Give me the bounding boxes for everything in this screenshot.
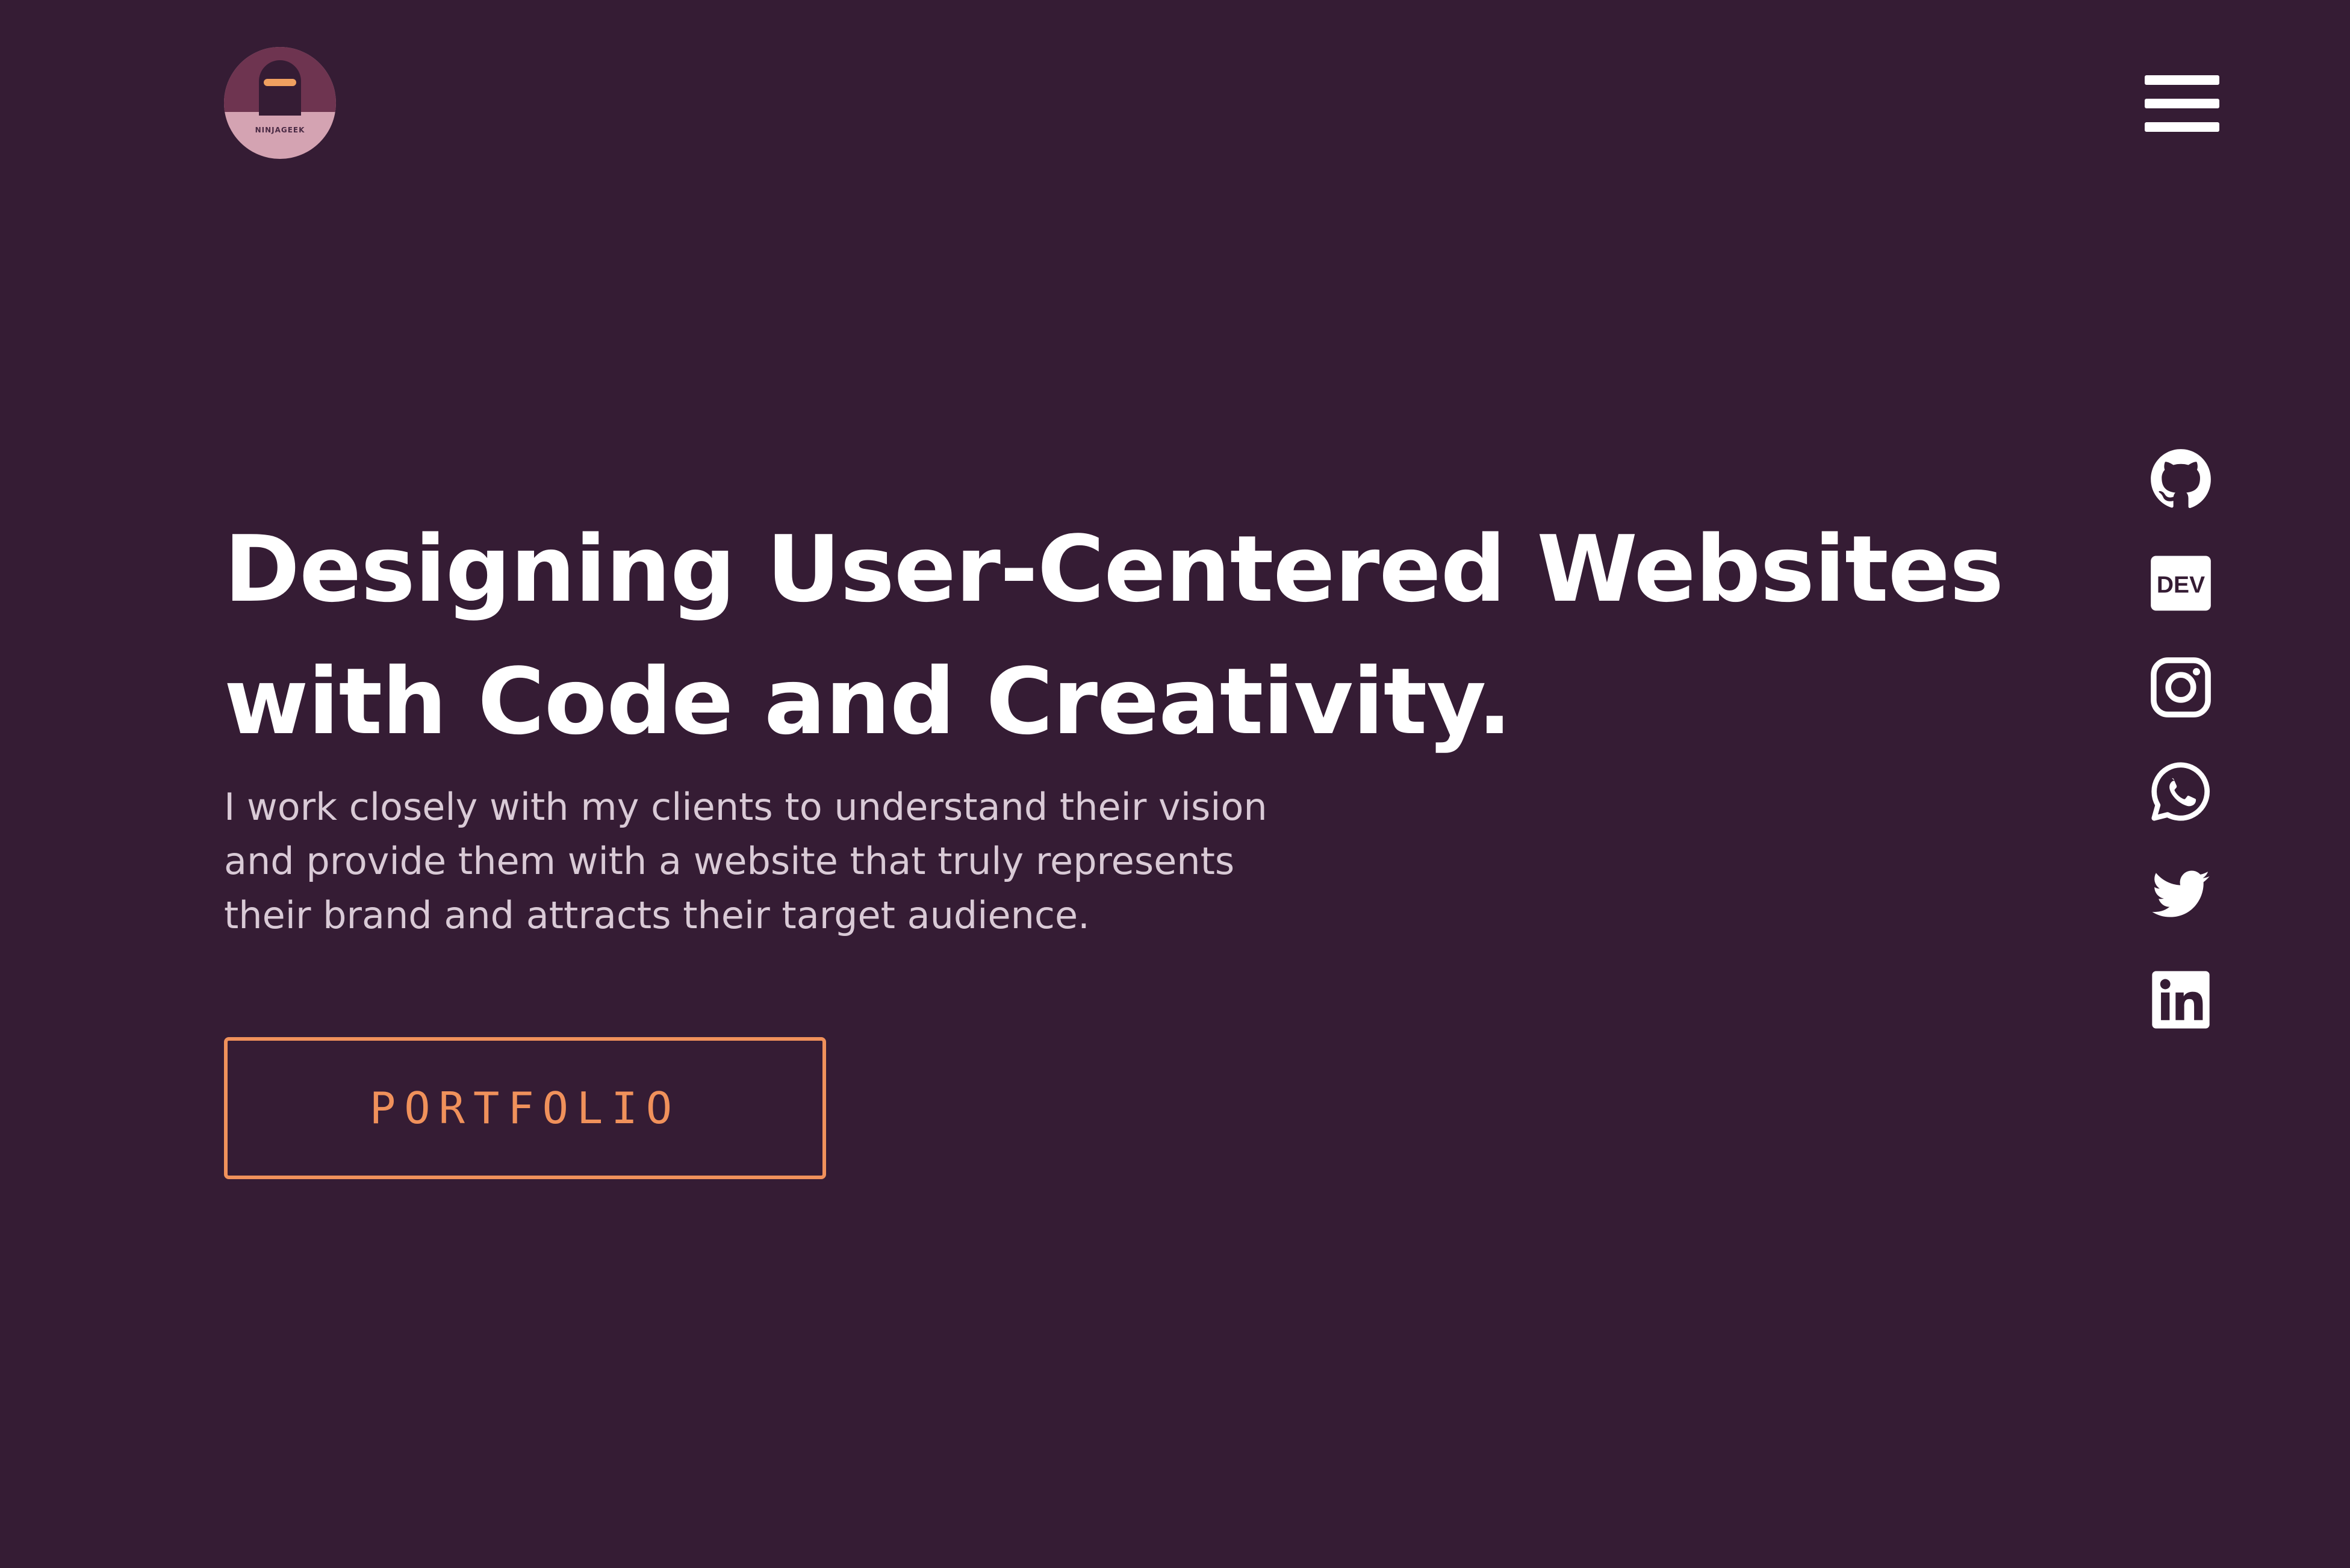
hero-subtitle: I work closely with my clients to unders… (224, 785, 1267, 937)
logo-text: NINJAGEEK (255, 126, 305, 134)
menu-line (2145, 99, 2219, 108)
menu-line (2145, 122, 2219, 132)
logo[interactable]: NINJAGEEK (224, 47, 336, 159)
hero-title-line-2: with Code and Creativity. (224, 648, 1512, 755)
twitter-link[interactable] (2150, 864, 2212, 927)
dev-label: DEV (2157, 572, 2205, 598)
whatsapp-icon (2151, 762, 2210, 821)
linkedin-icon (2152, 971, 2210, 1029)
github-icon (2151, 449, 2211, 509)
hero-title: Designing User-Centered Websites with Co… (224, 503, 2030, 768)
ninja-eyes (264, 79, 296, 86)
instagram-link[interactable] (2150, 656, 2212, 719)
github-link[interactable] (2150, 448, 2212, 510)
hamburger-menu-icon[interactable] (2145, 73, 2219, 134)
social-links: DEV (2150, 448, 2212, 1073)
ninja-icon (259, 60, 301, 116)
hero-title-line-1: Designing User-Centered Websites (224, 516, 2004, 622)
instagram-icon (2151, 657, 2211, 717)
portfolio-button[interactable]: PORTFOLIO (224, 1037, 826, 1179)
linkedin-link[interactable] (2150, 968, 2212, 1031)
whatsapp-link[interactable] (2150, 760, 2212, 823)
menu-line (2145, 75, 2219, 85)
dev-icon: DEV (2151, 556, 2211, 611)
twitter-icon (2152, 870, 2210, 917)
dev-link[interactable]: DEV (2150, 552, 2212, 615)
